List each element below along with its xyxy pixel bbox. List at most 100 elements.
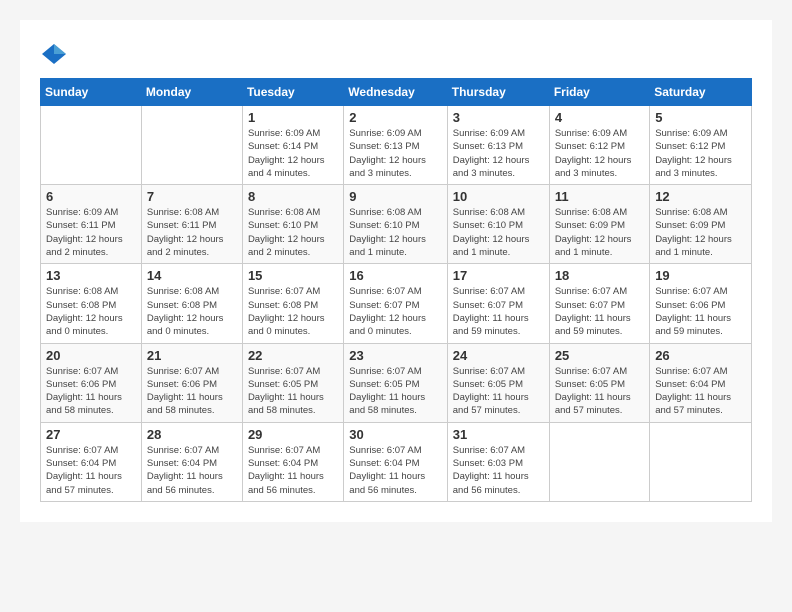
calendar-cell: 22 Sunrise: 6:07 AM Sunset: 6:05 PM Dayli… — [242, 343, 343, 422]
logo — [40, 40, 72, 68]
calendar-cell: 29 Sunrise: 6:07 AM Sunset: 6:04 PM Dayli… — [242, 422, 343, 501]
day-number: 17 — [453, 268, 544, 283]
calendar-cell: 6 Sunrise: 6:09 AM Sunset: 6:11 PM Daylig… — [41, 185, 142, 264]
day-number: 12 — [655, 189, 746, 204]
day-info: Sunrise: 6:07 AM Sunset: 6:05 PM Dayligh… — [248, 365, 338, 418]
day-number: 21 — [147, 348, 237, 363]
calendar-cell — [650, 422, 752, 501]
day-number: 11 — [555, 189, 644, 204]
day-number: 19 — [655, 268, 746, 283]
day-number: 6 — [46, 189, 136, 204]
day-info: Sunrise: 6:09 AM Sunset: 6:14 PM Dayligh… — [248, 127, 338, 180]
calendar-cell: 30 Sunrise: 6:07 AM Sunset: 6:04 PM Dayli… — [344, 422, 447, 501]
calendar-cell: 24 Sunrise: 6:07 AM Sunset: 6:05 PM Dayli… — [447, 343, 549, 422]
calendar-day-header: Friday — [549, 79, 649, 106]
header — [40, 40, 752, 68]
day-number: 9 — [349, 189, 441, 204]
day-number: 1 — [248, 110, 338, 125]
calendar-cell: 10 Sunrise: 6:08 AM Sunset: 6:10 PM Dayli… — [447, 185, 549, 264]
calendar-cell — [549, 422, 649, 501]
day-number: 7 — [147, 189, 237, 204]
day-info: Sunrise: 6:08 AM Sunset: 6:11 PM Dayligh… — [147, 206, 237, 259]
calendar-week-row: 1 Sunrise: 6:09 AM Sunset: 6:14 PM Daylig… — [41, 106, 752, 185]
calendar-cell: 15 Sunrise: 6:07 AM Sunset: 6:08 PM Dayli… — [242, 264, 343, 343]
day-number: 5 — [655, 110, 746, 125]
day-info: Sunrise: 6:07 AM Sunset: 6:07 PM Dayligh… — [453, 285, 544, 338]
calendar-cell: 11 Sunrise: 6:08 AM Sunset: 6:09 PM Dayli… — [549, 185, 649, 264]
calendar-cell: 14Sunrise: 6:08 AM Sunset: 6:08 PM Dayli… — [141, 264, 242, 343]
calendar-day-header: Monday — [141, 79, 242, 106]
day-number: 30 — [349, 427, 441, 442]
calendar-day-header: Wednesday — [344, 79, 447, 106]
day-number: 16 — [349, 268, 441, 283]
day-info: Sunrise: 6:09 AM Sunset: 6:11 PM Dayligh… — [46, 206, 136, 259]
calendar-container: SundayMondayTuesdayWednesdayThursdayFrid… — [20, 20, 772, 522]
calendar-header-row: SundayMondayTuesdayWednesdayThursdayFrid… — [41, 79, 752, 106]
day-info: Sunrise: 6:07 AM Sunset: 6:05 PM Dayligh… — [453, 365, 544, 418]
day-info: Sunrise: 6:07 AM Sunset: 6:03 PM Dayligh… — [453, 444, 544, 497]
day-number: 29 — [248, 427, 338, 442]
day-number: 4 — [555, 110, 644, 125]
calendar-cell: 20 Sunrise: 6:07 AM Sunset: 6:06 PM Dayli… — [41, 343, 142, 422]
day-info: Sunrise: 6:07 AM Sunset: 6:04 PM Dayligh… — [349, 444, 441, 497]
day-number: 25 — [555, 348, 644, 363]
calendar-cell: 5 Sunrise: 6:09 AM Sunset: 6:12 PM Daylig… — [650, 106, 752, 185]
calendar-cell: 13Sunrise: 6:08 AM Sunset: 6:08 PM Dayli… — [41, 264, 142, 343]
day-number: 3 — [453, 110, 544, 125]
day-number: 18 — [555, 268, 644, 283]
day-info: Sunrise: 6:07 AM Sunset: 6:07 PM Dayligh… — [349, 285, 441, 338]
day-info: Sunrise: 6:07 AM Sunset: 6:04 PM Dayligh… — [655, 365, 746, 418]
day-info: Sunrise: 6:08 AM Sunset: 6:10 PM Dayligh… — [453, 206, 544, 259]
calendar-cell: 18 Sunrise: 6:07 AM Sunset: 6:07 PM Dayli… — [549, 264, 649, 343]
day-info: Sunrise: 6:07 AM Sunset: 6:05 PM Dayligh… — [555, 365, 644, 418]
day-info: Sunrise: 6:08 AM Sunset: 6:08 PM Dayligh… — [147, 285, 237, 338]
day-info: Sunrise: 6:08 AM Sunset: 6:09 PM Dayligh… — [655, 206, 746, 259]
calendar-cell: 2Sunrise: 6:09 AM Sunset: 6:13 PM Daylig… — [344, 106, 447, 185]
day-info: Sunrise: 6:07 AM Sunset: 6:05 PM Dayligh… — [349, 365, 441, 418]
calendar-week-row: 27 Sunrise: 6:07 AM Sunset: 6:04 PM Dayli… — [41, 422, 752, 501]
calendar-cell: 4Sunrise: 6:09 AM Sunset: 6:12 PM Daylig… — [549, 106, 649, 185]
calendar-day-header: Sunday — [41, 79, 142, 106]
day-number: 8 — [248, 189, 338, 204]
logo-icon — [40, 40, 68, 68]
calendar-cell: 19 Sunrise: 6:07 AM Sunset: 6:06 PM Dayli… — [650, 264, 752, 343]
calendar-cell: 27 Sunrise: 6:07 AM Sunset: 6:04 PM Dayli… — [41, 422, 142, 501]
calendar-cell: 21 Sunrise: 6:07 AM Sunset: 6:06 PM Dayli… — [141, 343, 242, 422]
day-number: 15 — [248, 268, 338, 283]
day-number: 23 — [349, 348, 441, 363]
calendar-cell: 7 Sunrise: 6:08 AM Sunset: 6:11 PM Daylig… — [141, 185, 242, 264]
calendar-table: SundayMondayTuesdayWednesdayThursdayFrid… — [40, 78, 752, 502]
day-info: Sunrise: 6:07 AM Sunset: 6:06 PM Dayligh… — [655, 285, 746, 338]
calendar-cell: 12 Sunrise: 6:08 AM Sunset: 6:09 PM Dayli… — [650, 185, 752, 264]
day-info: Sunrise: 6:08 AM Sunset: 6:09 PM Dayligh… — [555, 206, 644, 259]
day-info: Sunrise: 6:07 AM Sunset: 6:06 PM Dayligh… — [46, 365, 136, 418]
day-number: 24 — [453, 348, 544, 363]
day-number: 22 — [248, 348, 338, 363]
day-info: Sunrise: 6:07 AM Sunset: 6:04 PM Dayligh… — [248, 444, 338, 497]
calendar-week-row: 13Sunrise: 6:08 AM Sunset: 6:08 PM Dayli… — [41, 264, 752, 343]
day-info: Sunrise: 6:08 AM Sunset: 6:08 PM Dayligh… — [46, 285, 136, 338]
calendar-day-header: Saturday — [650, 79, 752, 106]
day-info: Sunrise: 6:08 AM Sunset: 6:10 PM Dayligh… — [248, 206, 338, 259]
day-number: 20 — [46, 348, 136, 363]
day-info: Sunrise: 6:07 AM Sunset: 6:04 PM Dayligh… — [46, 444, 136, 497]
calendar-cell: 26 Sunrise: 6:07 AM Sunset: 6:04 PM Dayli… — [650, 343, 752, 422]
day-info: Sunrise: 6:09 AM Sunset: 6:13 PM Dayligh… — [453, 127, 544, 180]
calendar-cell: 23 Sunrise: 6:07 AM Sunset: 6:05 PM Dayli… — [344, 343, 447, 422]
day-info: Sunrise: 6:07 AM Sunset: 6:07 PM Dayligh… — [555, 285, 644, 338]
calendar-week-row: 6 Sunrise: 6:09 AM Sunset: 6:11 PM Daylig… — [41, 185, 752, 264]
day-info: Sunrise: 6:07 AM Sunset: 6:04 PM Dayligh… — [147, 444, 237, 497]
day-number: 27 — [46, 427, 136, 442]
day-info: Sunrise: 6:07 AM Sunset: 6:08 PM Dayligh… — [248, 285, 338, 338]
calendar-cell: 17 Sunrise: 6:07 AM Sunset: 6:07 PM Dayli… — [447, 264, 549, 343]
day-number: 28 — [147, 427, 237, 442]
day-number: 26 — [655, 348, 746, 363]
calendar-day-header: Tuesday — [242, 79, 343, 106]
calendar-cell — [141, 106, 242, 185]
day-info: Sunrise: 6:09 AM Sunset: 6:12 PM Dayligh… — [655, 127, 746, 180]
day-number: 31 — [453, 427, 544, 442]
calendar-cell: 1 Sunrise: 6:09 AM Sunset: 6:14 PM Daylig… — [242, 106, 343, 185]
calendar-day-header: Thursday — [447, 79, 549, 106]
day-info: Sunrise: 6:07 AM Sunset: 6:06 PM Dayligh… — [147, 365, 237, 418]
day-number: 10 — [453, 189, 544, 204]
